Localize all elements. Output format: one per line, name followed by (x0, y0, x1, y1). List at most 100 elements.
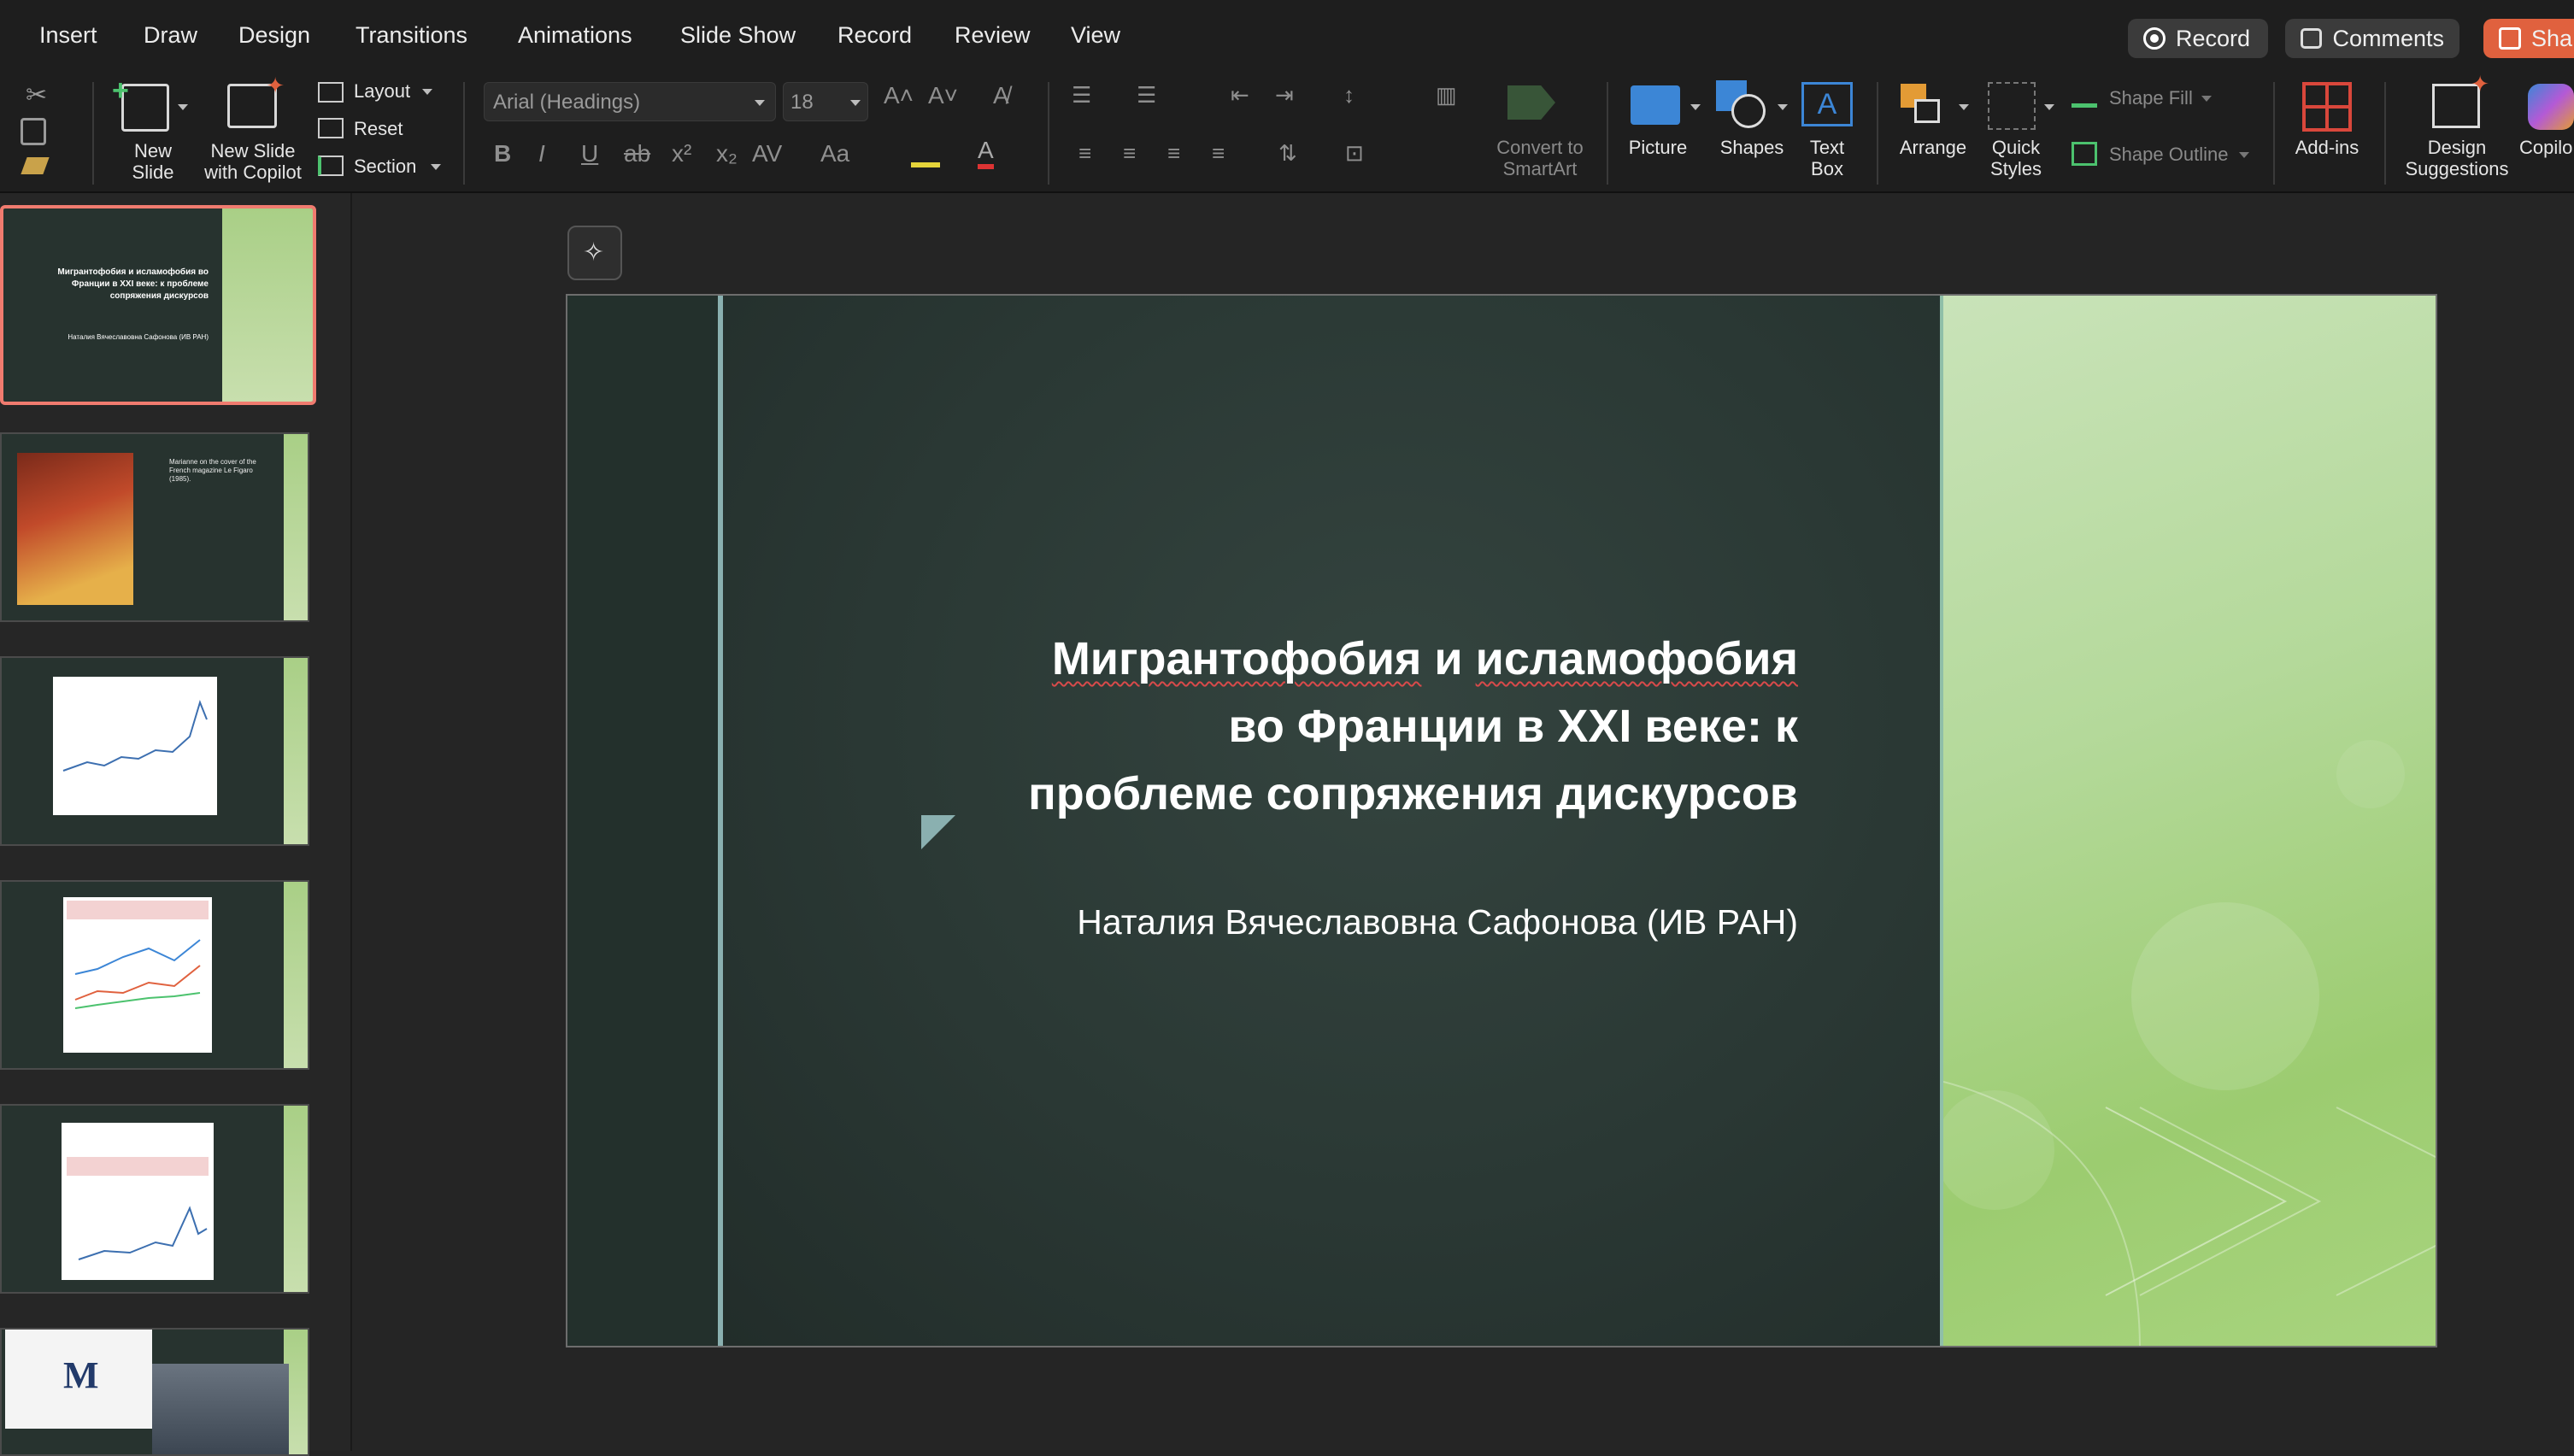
shape-fill-icon (2072, 85, 2097, 108)
convert-smartart-button[interactable]: Convert to SmartArt (1487, 137, 1593, 179)
highlight-icon[interactable] (911, 142, 940, 167)
menu-design[interactable]: Design (238, 22, 310, 49)
decrease-indent-icon[interactable]: ⇤ (1231, 82, 1249, 109)
shapes-button[interactable]: Shapes (1713, 137, 1791, 158)
font-name-select[interactable]: Arial (Headings) (484, 82, 776, 121)
layout-button[interactable]: Layout (354, 80, 410, 102)
slide-title-line-2: во Франции в XXI веке: к (1228, 701, 1798, 752)
layout-icon (318, 82, 344, 103)
font-size-value: 18 (790, 91, 814, 114)
text-direction-icon[interactable]: ⇅ (1278, 140, 1297, 167)
increase-indent-icon[interactable]: ⇥ (1275, 82, 1294, 109)
font-color-icon[interactable]: A (978, 137, 994, 169)
shape-outline-icon (2072, 142, 2097, 166)
menu-insert[interactable]: Insert (39, 22, 97, 49)
format-painter-icon[interactable] (21, 157, 50, 174)
slide-thumbnail-2[interactable]: Marianne on the cover of the French maga… (0, 432, 309, 622)
cut-icon[interactable]: ✂ (26, 80, 47, 110)
line-spacing-icon[interactable]: ↕ (1343, 82, 1355, 109)
menu-animations[interactable]: Animations (518, 22, 632, 49)
share-icon (2499, 27, 2521, 50)
italic-icon[interactable]: I (538, 140, 545, 167)
paste-icon[interactable] (21, 118, 46, 145)
copilot-button[interactable]: Copilo (2519, 137, 2574, 158)
slide-thumbnail-6[interactable]: M (0, 1328, 309, 1456)
slide-thumbnail-4[interactable] (0, 880, 309, 1070)
menu-view[interactable]: View (1071, 22, 1120, 49)
add-ins-icon (2302, 82, 2352, 132)
record-icon (2143, 27, 2166, 50)
underline-icon[interactable]: U (581, 140, 598, 167)
numbering-icon[interactable]: ☰ (1137, 82, 1156, 109)
slide-thumbnail-panel: Мигрантофобия и исламофобия во Франции в… (0, 193, 352, 1456)
section-button[interactable]: Section (354, 156, 416, 177)
align-left-icon[interactable]: ≡ (1078, 140, 1091, 167)
align-right-icon[interactable]: ≡ (1167, 140, 1180, 167)
bold-icon[interactable]: B (494, 140, 511, 167)
quick-styles-icon (1988, 82, 2036, 130)
subscript-icon[interactable]: x₂ (716, 140, 738, 167)
title-word-2: и (1421, 633, 1476, 684)
menu-draw[interactable]: Draw (144, 22, 197, 49)
menu-slide-show[interactable]: Slide Show (680, 22, 796, 49)
menu-transitions[interactable]: Transitions (356, 22, 467, 49)
font-size-select[interactable]: 18 (783, 82, 868, 121)
bullets-icon[interactable]: ☰ (1072, 82, 1091, 109)
increase-font-icon[interactable]: A˄ (884, 82, 914, 109)
thumb6-logo-image: M (5, 1330, 152, 1429)
align-text-icon[interactable]: ⊡ (1345, 140, 1364, 167)
comments-button[interactable]: Comments (2285, 19, 2459, 58)
new-slide-copilot-button[interactable]: New Slide with Copilot (200, 140, 306, 183)
menu-record[interactable]: Record (837, 22, 912, 49)
clear-formatting-icon[interactable]: A̸ (993, 82, 1009, 109)
share-button[interactable]: Sha (2483, 19, 2574, 58)
character-spacing-icon[interactable]: AV (752, 140, 782, 167)
strikethrough-icon[interactable]: ab (624, 140, 650, 167)
copilot-icon (2528, 84, 2574, 130)
decrease-font-icon[interactable]: A˅ (928, 82, 958, 109)
design-suggestions-button[interactable]: Design Suggestions (2401, 137, 2512, 179)
thumb1-title: Мигрантофобия и исламофобия во Франции в… (57, 267, 209, 301)
text-box-icon: A (1801, 82, 1853, 126)
thumb5-post-image (62, 1123, 214, 1280)
slide-thumbnail-1[interactable]: Мигрантофобия и исламофобия во Франции в… (0, 205, 316, 405)
align-center-icon[interactable]: ≡ (1123, 140, 1136, 167)
slide-title-line-1: Мигрантофобия и исламофобия (943, 625, 1798, 693)
quick-styles-button[interactable]: Quick Styles (1979, 137, 2053, 179)
menu-review[interactable]: Review (955, 22, 1031, 49)
thumb2-caption: Marianne on the cover of the French maga… (169, 458, 256, 483)
thumb4-chart-image (63, 897, 212, 1053)
slide-left-band (567, 296, 718, 1346)
new-slide-button[interactable]: New Slide (121, 140, 185, 183)
superscript-icon[interactable]: x² (672, 140, 691, 167)
designer-button[interactable]: ✧ (567, 226, 622, 280)
slide-subtitle[interactable]: Наталия Вячеславовна Сафонова (ИВ РАН) (858, 902, 1798, 942)
change-case-icon[interactable]: Aa (820, 140, 849, 167)
shape-outline-button[interactable]: Shape Outline (2109, 144, 2228, 165)
add-ins-button[interactable]: Add-ins (2289, 137, 2365, 158)
slide-canvas[interactable]: Мигрантофобия и исламофобия во Франции в… (566, 294, 2437, 1347)
ribbon: ✂ + New Slide ✦ New Slide with Copilot L… (0, 71, 2574, 193)
slide-thumbnail-5[interactable] (0, 1104, 309, 1294)
thumb3-chart-image (53, 677, 217, 815)
thumb6-photo (152, 1364, 289, 1454)
columns-icon[interactable]: ▥ (1436, 82, 1457, 109)
share-button-label: Sha (2531, 25, 2573, 51)
slide-thumbnail-3[interactable] (0, 656, 309, 846)
shape-fill-button[interactable]: Shape Fill (2109, 87, 2193, 109)
copilot-slide-icon[interactable]: ✦ (227, 73, 285, 128)
record-button[interactable]: Record (2128, 19, 2268, 58)
picture-button[interactable]: Picture (1627, 137, 1689, 158)
font-name-value: Arial (Headings) (493, 91, 641, 114)
arrange-button[interactable]: Arrange (1894, 137, 1972, 158)
comment-icon (2301, 28, 2323, 49)
record-button-label: Record (2176, 25, 2251, 51)
slide-title[interactable]: Мигрантофобия и исламофобия во Франции в… (943, 625, 1798, 828)
slide-title-line-3: проблеме сопряжения дискурсов (1028, 768, 1798, 819)
new-slide-icon[interactable]: + (112, 74, 169, 132)
title-word-3: исламофобия (1475, 633, 1798, 684)
justify-icon[interactable]: ≡ (1212, 140, 1225, 167)
text-box-button[interactable]: Text Box (1800, 137, 1854, 179)
menu-bar: Insert Draw Design Transitions Animation… (0, 0, 2574, 75)
reset-button[interactable]: Reset (354, 118, 403, 139)
